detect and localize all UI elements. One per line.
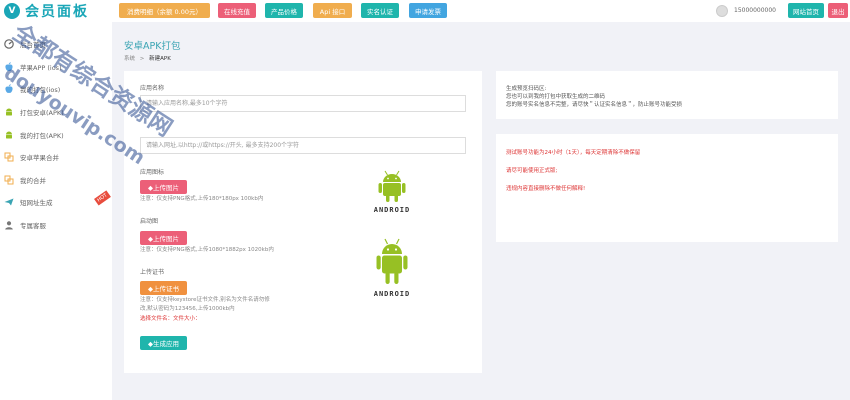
api-button[interactable]: Api 接口 [313, 3, 352, 18]
sidebar-item-label: 我的合并 [20, 176, 46, 185]
preview-title: 生成预览扫码区: [506, 86, 547, 92]
cert-selected-file: 选择文件名：文件大小： [140, 316, 201, 322]
merge-icon [4, 175, 14, 185]
cert-note-2: 改,默认密码为123456,上传1000kb内 [140, 306, 235, 312]
pricing-button[interactable]: 产品价格 [265, 3, 303, 18]
sidebar-item-label: 后台首页 [20, 41, 46, 50]
user-phone: 15000000000 [734, 7, 776, 14]
android-icon [4, 107, 14, 117]
sidebar-item-label: 安卓苹果合并 [20, 154, 59, 163]
recharge-button[interactable]: 在线充值 [218, 3, 256, 18]
user-icon [4, 220, 14, 230]
breadcrumb-home[interactable]: 系统 [124, 56, 135, 62]
upload-cert-button[interactable]: ◆上传证书 [140, 281, 187, 295]
top-bar: 消费明细（余额 0.00元） 在线充值 产品价格 Api 接口 实名认证 申请发… [112, 0, 850, 22]
hot-badge: HOT [94, 190, 111, 206]
avatar [716, 4, 728, 17]
apple-icon [4, 84, 14, 94]
logo-text: 会员面板 [25, 4, 89, 20]
app-name-label: 应用名称 [140, 85, 165, 92]
android-wordmark: ANDROID [373, 290, 411, 298]
app-name-input[interactable] [140, 95, 466, 112]
sidebar-item-label: 苹果APP (ios) [20, 63, 62, 72]
logout-button[interactable]: 退出 [828, 3, 848, 18]
plane-icon [4, 197, 14, 207]
app-logo[interactable]: V 会员面板 [0, 0, 112, 22]
android-logo: ANDROID [370, 237, 414, 299]
user-info[interactable]: 15000000000 [716, 3, 776, 18]
cert-note-1: 注意：仅支持keystore证书文件,别名为文件名请勿修 [140, 297, 270, 303]
breadcrumb-separator: > [139, 56, 145, 62]
splash-note: 注意：仅支持PNG格式,上传1080*1882px 1020kb内 [140, 247, 274, 253]
sidebar-item-dashboard[interactable]: 后台首页 [0, 33, 112, 56]
sidebar-item-short-url[interactable]: 短网址生成 HOT [0, 190, 112, 214]
verify-warning: 您的账号实名信息不完整，请尽快＂认证实名信息＂，防止账号功能受损 [506, 102, 683, 108]
splash-label: 启动图 [140, 218, 159, 225]
sidebar-item-support[interactable]: 专属客服 [0, 214, 112, 237]
notice-official: 请尽可能使用正式版; [506, 168, 558, 174]
verify-button[interactable]: 实名认证 [361, 3, 399, 18]
upload-splash-button[interactable]: ◆上传图片 [140, 231, 187, 245]
icon-label: 应用图标 [140, 169, 165, 176]
dashboard-icon [4, 39, 14, 50]
balance-button[interactable]: 消费明细（余额 0.00元） [119, 3, 210, 18]
sidebar-item-label: 专属客服 [20, 222, 46, 231]
preview-info-panel: 生成预览扫码区: 您也可以到我的打包中获取生成的二维码 您的账号实名信息不完整，… [496, 71, 838, 119]
android-robot-icon [378, 170, 406, 202]
android-robot-icon [376, 238, 408, 284]
android-wordmark: ANDROID [373, 206, 411, 214]
page-title: 安卓APK打包 [124, 41, 181, 52]
apk-form-panel: 应用名称 应用图标 ◆上传图片 注意：仅支持PNG格式,上传180*180px … [124, 71, 482, 373]
cert-label: 上传证书 [140, 269, 165, 276]
site-home-button[interactable]: 网站首页 [788, 3, 824, 18]
sidebar-item-my-apk-builds[interactable]: 我的打包(APK) [0, 123, 112, 146]
generate-app-button[interactable]: ◆生成应用 [140, 336, 187, 350]
sidebar: V 会员面板 后台首页 苹果APP (ios) 我的打包(ios) 打包安卓(A… [0, 0, 112, 400]
preview-hint: 您也可以到我的打包中获取生成的二维码 [506, 94, 606, 100]
invoice-button[interactable]: 申请发票 [409, 3, 447, 18]
sidebar-item-label: 打包安卓(APK) [20, 109, 64, 118]
logo-icon: V [4, 3, 20, 19]
android-logo: ANDROID [370, 169, 414, 215]
sidebar-item-label: 我的打包(APK) [20, 131, 64, 140]
sidebar-item-apple-app[interactable]: 苹果APP (ios) [0, 56, 112, 79]
upload-icon-button[interactable]: ◆上传图片 [140, 180, 187, 194]
merge-icon [4, 152, 14, 162]
sidebar-item-build-apk[interactable]: 打包安卓(APK) [0, 101, 112, 124]
apple-icon [4, 62, 14, 72]
android-icon [4, 130, 14, 140]
sidebar-item-label: 短网址生成 [20, 199, 53, 208]
breadcrumb: 系统 > 新建APK [124, 54, 171, 62]
notice-panel: 测试账号功能为24小时（1天），每天定期清除不做保留 请尽可能使用正式版; 违规… [496, 134, 838, 242]
url-input[interactable] [140, 137, 466, 154]
notice-violation: 违规内容直接删除不做任何解释! [506, 186, 586, 192]
notice-trial: 测试账号功能为24小时（1天），每天定期清除不做保留 [506, 150, 641, 156]
sidebar-item-merge[interactable]: 安卓苹果合并 [0, 146, 112, 169]
sidebar-item-my-ios-builds[interactable]: 我的打包(ios) [0, 78, 112, 101]
icon-note: 注意：仅支持PNG格式,上传180*180px 100kb内 [140, 196, 264, 202]
sidebar-item-my-merges[interactable]: 我的合并 [0, 169, 112, 192]
sidebar-item-label: 我的打包(ios) [20, 86, 61, 95]
breadcrumb-current: 新建APK [149, 56, 171, 62]
